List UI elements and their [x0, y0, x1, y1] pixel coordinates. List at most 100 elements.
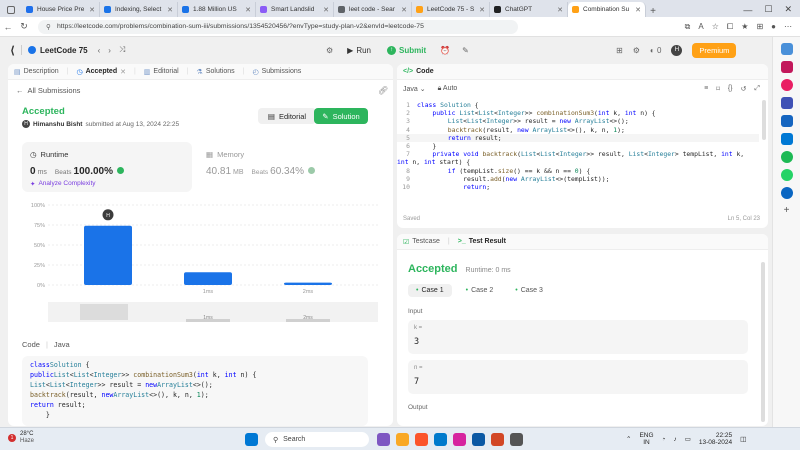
tab-editorial[interactable]: ▥ Editorial [144, 68, 179, 76]
run-button[interactable]: ▶ Run [341, 44, 377, 57]
wifi-icon[interactable]: ◔ [662, 436, 666, 443]
tab-solutions[interactable]: ⚗ Solutions [197, 68, 235, 76]
submit-button[interactable]: ↑ Submit [381, 44, 432, 57]
all-submissions-link[interactable]: ← All Submissions [16, 86, 80, 95]
refresh-icon[interactable]: ↻ [16, 21, 32, 32]
clock[interactable]: 22:25 13-08-2024 [699, 432, 732, 446]
tab-close-icon[interactable]: ✕ [557, 6, 563, 14]
braces-icon[interactable]: {} [728, 85, 733, 93]
tab-actions-icon[interactable] [0, 2, 22, 17]
tab-submissions[interactable]: ◴ Submissions [252, 68, 301, 76]
result-scrollbar[interactable] [761, 262, 765, 422]
minimize-icon[interactable]: — [743, 5, 752, 15]
new-tab-button[interactable]: + [646, 6, 660, 17]
bookmark-icon[interactable]: ⌑ [716, 85, 720, 93]
tab-description[interactable]: ▤ Description [14, 68, 59, 76]
language-indicator[interactable]: ENG IN [639, 432, 653, 446]
browser-tab[interactable]: Combination Su ✕ [568, 2, 646, 17]
editorial-button[interactable]: ▤ Editorial [258, 108, 316, 124]
edge-icon[interactable] [472, 433, 485, 446]
browser-tab[interactable]: leet code - Sear ✕ [334, 2, 412, 17]
tab-test-result[interactable]: >_ Test Result [458, 238, 506, 245]
tray-chevron-icon[interactable]: ⌃ [626, 435, 631, 443]
notifications-icon[interactable]: ◫ [740, 435, 746, 443]
tab-close-icon[interactable]: ✕ [167, 6, 173, 14]
study-plan-title[interactable]: LeetCode 75 [40, 46, 88, 55]
runtime-card[interactable]: ◷ Runtime 0 ms Beats 100.00% ✦ Analyze Com… [22, 142, 192, 192]
store-icon[interactable] [510, 433, 523, 446]
maximize-icon[interactable]: ☐ [764, 4, 772, 15]
shuffle-icon[interactable]: ⤨ [119, 45, 125, 55]
format-icon[interactable]: ≡ [704, 85, 708, 93]
browser-tab[interactable]: 1.88 Million US ✕ [178, 2, 256, 17]
reset-icon[interactable]: ↺ [741, 85, 747, 93]
office-icon[interactable] [780, 115, 793, 127]
avatar[interactable]: H [671, 44, 683, 56]
submitted-code-block[interactable]: class Solution { public List < List < Intege… [22, 356, 368, 426]
battery-icon[interactable]: ▭ [685, 435, 691, 443]
settings-icon[interactable]: ⚙ [633, 46, 640, 55]
browser-tab[interactable]: Smart Landslid ✕ [256, 2, 334, 17]
weather-widget[interactable]: 1 28°C Haze [8, 431, 34, 445]
tab-close-icon[interactable]: ✕ [89, 6, 95, 14]
games-icon[interactable] [780, 97, 793, 109]
collections-icon[interactable]: ⊞ [756, 22, 763, 32]
favorite-icon[interactable]: ☆ [712, 22, 719, 32]
debug-icon[interactable]: ⚙ [322, 46, 337, 55]
share-link-icon[interactable]: 🔗︎ [378, 86, 388, 95]
site-info-icon[interactable]: ⚲ [46, 23, 51, 31]
memory-card[interactable]: ▦ Memory 40.81 MB Beats 60.34% [204, 142, 374, 192]
tab-close-icon[interactable]: ✕ [479, 6, 485, 14]
shopping-icon[interactable] [780, 61, 793, 73]
editor-scrollbar[interactable] [762, 100, 766, 140]
copilot-icon[interactable] [780, 187, 793, 199]
powerpoint-icon[interactable] [491, 433, 504, 446]
expand-icon[interactable]: ⤢ [754, 85, 760, 93]
instagram-icon[interactable] [453, 433, 466, 446]
more-icon[interactable]: ⋯ [784, 22, 792, 32]
runtime-distribution-chart[interactable]: 100% 75% 50% 25% 0% 1ms 2ms H 1ms 2ms [8, 199, 393, 329]
code-editor[interactable]: 1 class Solution {2 public List<List<Inte… [397, 100, 759, 212]
tab-close-icon[interactable]: ✕ [323, 6, 329, 14]
premium-button[interactable]: Premium [692, 42, 737, 58]
next-problem-icon[interactable]: › [108, 46, 111, 55]
reader-icon[interactable]: A [698, 22, 703, 32]
notes-icon[interactable]: ✎ [458, 46, 473, 55]
browser-tab[interactable]: LeetCode 75 - S ✕ [412, 2, 490, 17]
tab-close-icon[interactable]: ✕ [401, 6, 407, 14]
spotify-icon[interactable] [780, 151, 793, 163]
brave-icon[interactable] [415, 433, 428, 446]
streak-counter[interactable]: ◐ 0 [650, 46, 662, 55]
analyze-complexity-link[interactable]: ✦ Analyze Complexity [30, 180, 96, 188]
tab-close-icon[interactable]: ✕ [635, 6, 641, 14]
browser-tab[interactable]: House Price Pre ✕ [22, 2, 100, 17]
close-tab-icon[interactable]: ✕ [120, 68, 126, 76]
language-select[interactable]: Java ⌄ [403, 85, 426, 93]
vscode-icon[interactable] [434, 433, 447, 446]
tab-accepted[interactable]: ◷ Accepted ✕ [76, 68, 126, 76]
outlook-icon[interactable] [780, 133, 793, 145]
browser-tab[interactable]: Indexing, Select ✕ [100, 2, 178, 17]
whatsapp-icon[interactable] [780, 169, 793, 181]
alarm-icon[interactable]: ⏰ [436, 46, 454, 55]
case-tab-1[interactable]: • Case 1 [408, 284, 452, 297]
back-icon[interactable]: ← [0, 22, 16, 32]
close-window-icon[interactable]: ✕ [784, 4, 792, 15]
add-sidebar-icon[interactable]: + [781, 205, 793, 217]
browser-tab[interactable]: ChatGPT ✕ [490, 2, 568, 17]
volume-icon[interactable]: ♪ [673, 436, 676, 443]
leetcode-logo-icon[interactable]: ⟨ [10, 44, 15, 57]
favorites-icon[interactable]: ★ [741, 22, 748, 32]
search-sidebar-icon[interactable] [780, 43, 793, 55]
windows-start-icon[interactable] [245, 433, 258, 446]
case-tab-3[interactable]: • Case 3 [507, 284, 551, 297]
taskbar-search[interactable]: ⚲ Search [265, 432, 369, 447]
file-explorer-icon[interactable] [396, 433, 409, 446]
translate-icon[interactable]: ⧉ [685, 22, 691, 32]
solution-button[interactable]: ✎ Solution [314, 108, 368, 124]
user-avatar[interactable]: H [22, 120, 30, 128]
copilot-taskbar-icon[interactable] [377, 433, 390, 446]
profile-icon[interactable]: ● [771, 22, 776, 32]
tab-testcase[interactable]: ☑ Testcase [403, 238, 440, 246]
tab-close-icon[interactable]: ✕ [245, 6, 251, 14]
